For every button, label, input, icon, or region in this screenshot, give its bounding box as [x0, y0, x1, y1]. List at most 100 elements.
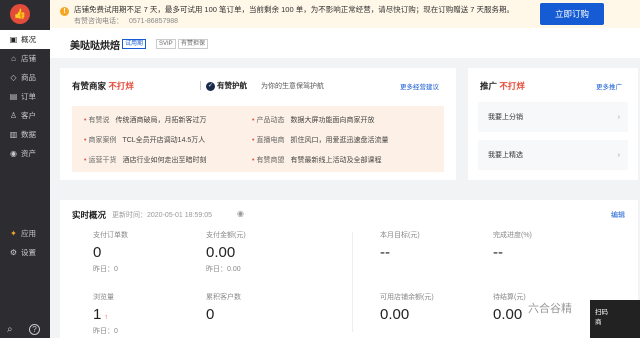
divider [200, 81, 201, 90]
sidebar-item-label: 订单 [21, 92, 36, 101]
section-title: 实时概况 [72, 210, 107, 220]
shield-name: ✓ 有赞护航 [206, 80, 247, 91]
banner-message: 店铺免费试用期不足 7 天，最多可试用 100 笔订单，当前剩余 100 单，为… [74, 5, 515, 14]
sidebar-item-products[interactable]: ◇ 商品 [0, 68, 50, 87]
chevron-right-icon: › [617, 113, 620, 121]
realtime-overview: 实时概况 更新时间：2020-05-01 18:59:05 ◉ 编辑 支付订单数… [60, 200, 638, 338]
divider [352, 232, 353, 332]
feature-text: 数据大屏功能面向商家开放 [290, 117, 375, 124]
feature-item[interactable]: • 运营干货 酒店行业如何走出至暗时刻 [84, 155, 206, 165]
trial-banner: ! 店铺免费试用期不足 7 天，最多可试用 100 笔订单，当前剩余 100 单… [50, 0, 640, 28]
tag-icon: ◇ [10, 73, 17, 82]
sidebar-nav: ▣ 概况 ⌂ 店铺 ◇ 商品 ▤ 订单 ♙ 客户 ▥ 数据 ◉ 资产 [0, 30, 50, 163]
shop-header: 美哒哒烘焙 试用期 SVIP 有赞担保 [50, 28, 640, 58]
metric-label: 支付金额(元) [206, 232, 246, 239]
metric-monthly-target: 本月目标(元) -- [380, 230, 420, 261]
feature-item[interactable]: • 有赞商盟 有赞最新线上活动及全部课程 [252, 155, 381, 165]
feature-item[interactable]: • 产品动态 数据大屏功能面向商家开放 [252, 115, 374, 125]
merchant-card-title: 有赞商家 不打烊 [72, 80, 134, 92]
metric-label: 待结算(元) [493, 294, 526, 301]
feature-text: 酒店行业如何走出至暗时刻 [122, 157, 207, 164]
sidebar-item-label: 资产 [21, 149, 36, 158]
featured-entry[interactable]: 我要上精选 › [478, 140, 628, 170]
distribution-entry[interactable]: 我要上分销 › [478, 102, 628, 132]
metric-total-customers: 累积客户数 0 [206, 292, 241, 323]
order-icon: ▤ [9, 92, 18, 101]
search-icon[interactable]: ⌕ [7, 324, 13, 335]
sidebar: 👍 ▣ 概况 ⌂ 店铺 ◇ 商品 ▤ 订单 ♙ 客户 ▥ 数据 ◉ 资产 ✦ 应… [0, 0, 50, 338]
title-highlight: 不打烊 [499, 81, 525, 91]
feature-text: TCL全员开店调动14.5万人 [122, 137, 206, 144]
trial-tag: 试用期 [122, 39, 147, 49]
metric-yesterday: 昨日：0 [93, 328, 118, 335]
metric-value: 0.00 [206, 244, 236, 261]
phone-label: 有赞咨询电话： [74, 18, 123, 25]
consult-phone: 有赞咨询电话： 0571-86857988 [74, 16, 178, 26]
metric-value: 1 [93, 306, 102, 323]
feature-list: • 有赞说 传统酒商破局，月拓新客过万 • 产品动态 数据大屏功能面向商家开放 • 商家案… [72, 106, 444, 172]
entry-label: 我要上精选 [488, 152, 523, 159]
feature-text: 传统酒商破局，月拓新客过万 [115, 117, 207, 124]
sidebar-item-store[interactable]: ⌂ 店铺 [0, 49, 50, 68]
settings-icon: ⚙ [9, 248, 18, 257]
metric-value: -- [380, 244, 390, 261]
metric-label: 本月目标(元) [380, 232, 420, 239]
feature-item[interactable]: • 直播电商 抓住风口，用爱逛迅速盘活流量 [252, 135, 388, 145]
metric-label: 累积客户数 [206, 294, 241, 301]
sidebar-item-settings[interactable]: ⚙ 设置 [0, 243, 50, 262]
sidebar-item-data[interactable]: ▥ 数据 [0, 125, 50, 144]
metric-label: 支付订单数 [93, 232, 128, 239]
sidebar-item-label: 设置 [21, 248, 36, 257]
merchant-card: 有赞商家 不打烊 ✓ 有赞护航 为你的生意保驾护航 更多经营建议 • 有赞说 传统酒商… [60, 68, 456, 180]
logo-icon[interactable]: 👍 [10, 4, 30, 24]
eye-icon[interactable]: ◉ [237, 209, 244, 218]
metric-page-views: 浏览量 1 ↑ 昨日：0 [93, 292, 118, 336]
customer-icon: ♙ [9, 111, 18, 120]
feature-key: 有赞商盟 [256, 157, 285, 164]
metric-value: 0.00 [380, 306, 410, 323]
metric-label: 可用店铺余额(元) [380, 294, 434, 301]
sidebar-bottom: ✦ 应用 ⚙ 设置 [0, 224, 50, 262]
overview-icon: ▣ [9, 35, 18, 44]
title-highlight: 不打烊 [108, 81, 134, 91]
float-line: 商 [595, 319, 602, 326]
sidebar-item-customers[interactable]: ♙ 客户 [0, 106, 50, 125]
promo-card-title: 推广 不打烊 [480, 80, 525, 92]
order-now-button[interactable]: 立即订购 [540, 3, 604, 25]
phone-number: 0571-86857988 [129, 18, 179, 25]
sidebar-item-label: 商品 [21, 73, 36, 82]
metric-paid-orders: 支付订单数 0 昨日：0 [93, 230, 128, 274]
feature-key: 运营干货 [88, 157, 117, 164]
sidebar-item-orders[interactable]: ▤ 订单 [0, 87, 50, 106]
metric-label: 浏览量 [93, 294, 114, 301]
feature-item[interactable]: • 有赞说 传统酒商破局，月拓新客过万 [84, 115, 206, 125]
metric-yesterday: 昨日：0.00 [206, 266, 241, 273]
sidebar-item-label: 店铺 [21, 54, 36, 63]
sidebar-item-label: 客户 [21, 111, 36, 120]
metric-value-row: 1 ↑ [93, 306, 118, 323]
metric-value: 0.00 [493, 306, 523, 323]
more-suggestions-link[interactable]: 更多经营建议 [400, 81, 439, 91]
float-line: 扫码 [595, 309, 608, 316]
trend-up-icon: ↑ [104, 314, 108, 321]
metric-value: 0 [206, 306, 215, 323]
float-qr-card[interactable]: 扫码 商 [590, 300, 640, 338]
edit-link[interactable]: 编辑 [611, 210, 625, 220]
help-icon[interactable]: ? [29, 324, 40, 335]
more-promo-link[interactable]: 更多推广 [596, 81, 622, 91]
shop-name: 美哒哒烘焙 [70, 41, 120, 52]
metric-value: 0 [93, 244, 102, 261]
sidebar-item-apps[interactable]: ✦ 应用 [0, 224, 50, 243]
feature-text: 有赞最新线上活动及全部课程 [290, 157, 382, 164]
title-prefix: 推广 [480, 81, 498, 91]
shield-desc: 为你的生意保驾护航 [261, 83, 324, 90]
feature-text: 抓住风口，用爱逛迅速盘活流量 [290, 137, 389, 144]
asset-icon: ◉ [10, 149, 17, 158]
guarantee-tag: 有赞担保 [178, 39, 209, 49]
data-icon: ▥ [9, 130, 18, 139]
feature-item[interactable]: • 商家案例 TCL全员开店调动14.5万人 [84, 135, 205, 145]
title-prefix: 有赞商家 [72, 81, 107, 91]
metric-store-balance: 可用店铺余额(元) 0.00 [380, 292, 434, 323]
sidebar-item-overview[interactable]: ▣ 概况 [0, 30, 50, 49]
sidebar-item-assets[interactable]: ◉ 资产 [0, 144, 50, 163]
